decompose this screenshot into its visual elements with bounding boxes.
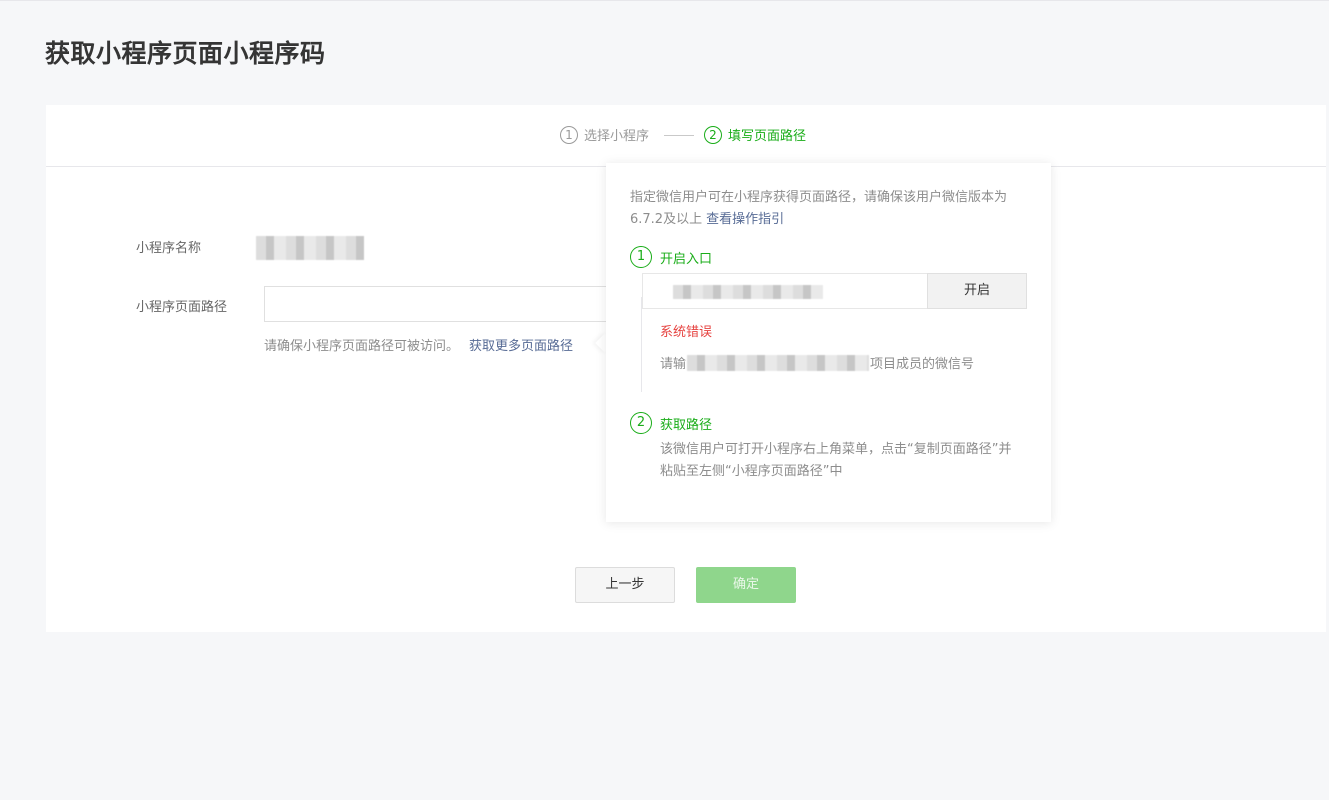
miniprogram-name-redacted [256, 236, 364, 260]
error-prefix: 请输 [660, 357, 687, 372]
step-number: 1 [630, 246, 652, 268]
error-description: 请输 项目成员的微信号 [660, 353, 974, 372]
step-label: 获取路径 [660, 417, 713, 433]
step-label: 选择小程序 [584, 129, 650, 144]
prev-step-button[interactable]: 上一步 [575, 567, 675, 603]
step-guide-line [641, 297, 642, 392]
wechat-id-redacted [673, 285, 823, 299]
error-redacted [687, 354, 870, 371]
step-fill-path: 2 填写页面路径 [704, 125, 806, 144]
error-suffix: 项目成员的微信号 [870, 357, 975, 372]
miniprogram-name-label: 小程序名称 [136, 241, 202, 256]
error-title: 系统错误 [660, 325, 713, 340]
wechat-id-input[interactable] [642, 273, 928, 309]
popover-step-open-entry: 1 开启入口 [630, 246, 712, 268]
popover-desc-text: 指定微信用户可在小程序获得页面路径，请确保该用户微信版本为6.7.2及以上 [630, 190, 1008, 227]
top-divider [0, 0, 1329, 1]
popover-step-get-path: 2 获取路径 [630, 412, 712, 434]
view-guide-link[interactable]: 查看操作指引 [706, 212, 784, 227]
page-title: 获取小程序页面小程序码 [45, 39, 326, 68]
get-path-description: 该微信用户可打开小程序右上角菜单，点击“复制页面路径”并粘贴至左侧“小程序页面路… [660, 442, 1012, 479]
confirm-button[interactable]: 确定 [696, 567, 796, 603]
step-indicator: 1 选择小程序 2 填写页面路径 [46, 105, 1326, 167]
hint-text: 请确保小程序页面路径可被访问。 [264, 339, 460, 354]
open-entry-button[interactable]: 开启 [927, 273, 1027, 309]
page-path-hint: 请确保小程序页面路径可被访问。 获取更多页面路径 [264, 335, 573, 354]
step-number: 2 [704, 125, 722, 144]
path-guide-popover: 指定微信用户可在小程序获得页面路径，请确保该用户微信版本为6.7.2及以上 查看操… [606, 163, 1051, 522]
get-more-paths-link[interactable]: 获取更多页面路径 [469, 339, 573, 354]
step-label: 开启入口 [660, 251, 713, 267]
page-path-input[interactable] [264, 286, 609, 322]
popover-description: 指定微信用户可在小程序获得页面路径，请确保该用户微信版本为6.7.2及以上 查看操… [630, 187, 1030, 231]
page-path-label: 小程序页面路径 [136, 300, 228, 315]
step-connector [664, 135, 694, 136]
step-number: 2 [630, 412, 652, 434]
step-select-miniprogram: 1 选择小程序 [560, 125, 649, 144]
step-label: 填写页面路径 [728, 129, 807, 144]
step-number: 1 [560, 125, 578, 144]
